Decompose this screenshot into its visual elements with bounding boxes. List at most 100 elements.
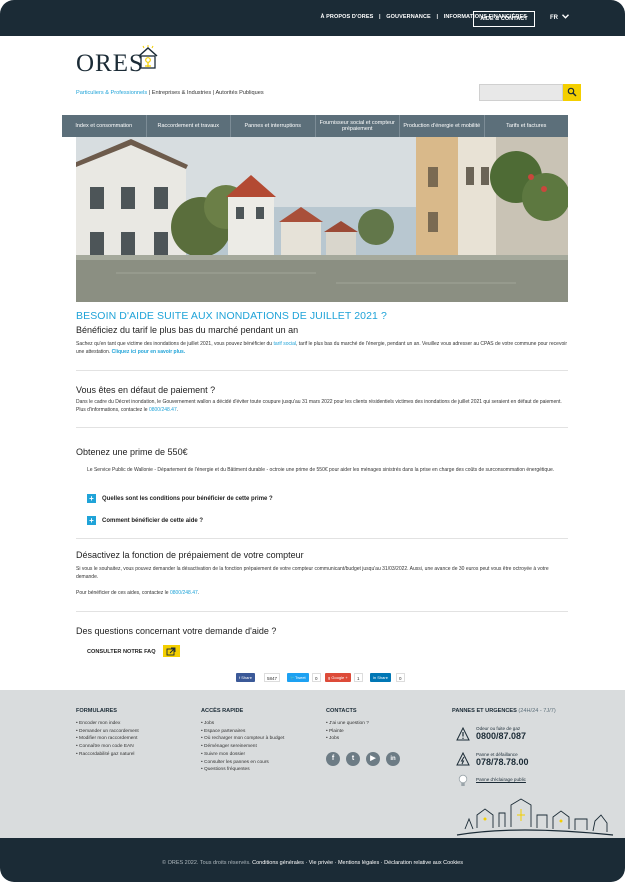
facebook-share-button[interactable]: f Share bbox=[236, 673, 255, 682]
facebook-count: 5847 bbox=[264, 673, 281, 682]
gas-urgence: Odeur ou fuite de gaz 0800/87.087 bbox=[476, 726, 526, 741]
faq-button[interactable] bbox=[163, 645, 180, 657]
divider bbox=[76, 427, 568, 428]
divider bbox=[76, 538, 568, 539]
facebook-icon[interactable]: f bbox=[326, 752, 340, 766]
footer-link[interactable]: Suivre mon dossier bbox=[201, 751, 284, 759]
intro-text: Sachez qu'en tant que victime des inonda… bbox=[76, 341, 274, 347]
facebook-share-label: Share bbox=[241, 675, 252, 680]
gas-warning-icon bbox=[456, 727, 470, 741]
footer-link[interactable]: Déménager sereinement bbox=[201, 743, 284, 751]
contact-text: Pour bénéficier de ces aides, contactez … bbox=[76, 590, 170, 596]
footer-link[interactable]: Plainte bbox=[326, 728, 369, 736]
tarif-social-link[interactable]: tarif social bbox=[273, 341, 296, 347]
footer-link[interactable]: Demander un raccordement bbox=[76, 728, 139, 736]
audience-particuliers[interactable]: Particuliers & Professionnels bbox=[76, 90, 147, 96]
top-bar: À PROPOS D'ORES | GOUVERNANCE | INFORMAT… bbox=[0, 0, 625, 36]
footer-link[interactable]: Questions fréquentes bbox=[201, 766, 284, 774]
google-count: 1 bbox=[354, 673, 363, 682]
section-prime-title: Obtenez une prime de 550€ bbox=[76, 447, 188, 457]
search-button[interactable] bbox=[563, 84, 581, 101]
facebook-icon: f bbox=[239, 675, 241, 680]
intro-paragraph: Sachez qu'en tant que victime des inonda… bbox=[76, 340, 572, 356]
linkedin-icon[interactable]: in bbox=[386, 752, 400, 766]
twitter-share-button[interactable]: 🐦Tweet bbox=[287, 673, 309, 682]
electricity-urgence: Panne et défaillance 078/78.78.00 bbox=[476, 752, 529, 767]
nav-fournisseur-social[interactable]: Fournisseur social et compteur prépaieme… bbox=[316, 115, 400, 137]
lightbulb-icon bbox=[458, 774, 468, 786]
link-a-propos[interactable]: À PROPOS D'ORES bbox=[320, 14, 373, 20]
audience-autorites[interactable]: Autorités Publiques bbox=[215, 90, 263, 96]
footer-link[interactable]: J'ai une question ? bbox=[326, 720, 369, 728]
separator: | bbox=[148, 90, 151, 96]
accordion-conditions[interactable]: + Quelles sont les conditions pour bénéf… bbox=[87, 494, 273, 503]
google-icon: g bbox=[328, 675, 331, 680]
footer-acces-title: ACCÈS RAPIDE bbox=[201, 708, 244, 714]
twitter-icon[interactable]: t bbox=[346, 752, 360, 766]
text-end: . bbox=[176, 407, 179, 413]
external-link-icon bbox=[166, 647, 176, 656]
footer-link[interactable]: Modifier mon raccordement bbox=[76, 735, 139, 743]
elec-phone[interactable]: 078/78.78.00 bbox=[476, 757, 529, 767]
footer-link[interactable]: Encoder mon index bbox=[76, 720, 139, 728]
urgences-title-text: PANNES ET URGENCES bbox=[452, 708, 517, 714]
footer-link[interactable]: Jobs bbox=[326, 735, 369, 743]
section-prepaiement-title: Désactivez la fonction de prépaiement de… bbox=[76, 550, 304, 560]
twitter-share-label: Tweet bbox=[294, 675, 306, 680]
electricity-warning-icon bbox=[456, 752, 470, 766]
defaut-paiement-paragraph: Dans le cadre du Décret inondation, le G… bbox=[76, 398, 572, 414]
chevron-down-icon bbox=[561, 14, 569, 19]
page-subtitle: Bénéficiez du tarif le plus bas du march… bbox=[76, 325, 299, 335]
aide-contact-button[interactable]: AIDE & CONTACT bbox=[473, 11, 535, 27]
accordion-comment-label: Comment bénéficier de cette aide ? bbox=[102, 517, 204, 524]
nav-production-energie[interactable]: Production d'énergie et mobilité bbox=[400, 115, 485, 137]
nav-pannes[interactable]: Pannes et interruptions bbox=[231, 115, 316, 137]
google-share-button[interactable]: g Google + bbox=[325, 673, 351, 682]
legal-line: © ORES 2022. Tous droits réservés. Condi… bbox=[0, 860, 625, 866]
footer-link[interactable]: Consulter les pannes en cours bbox=[201, 759, 284, 767]
gas-phone[interactable]: 0800/87.087 bbox=[476, 731, 526, 741]
logo-house-icon bbox=[138, 45, 158, 69]
plus-icon: + bbox=[87, 516, 96, 525]
accordion-conditions-label: Quelles sont les conditions pour bénéfic… bbox=[102, 495, 273, 502]
prepaiement-paragraph: Si vous le souhaitez, vous pouvez demand… bbox=[76, 566, 549, 580]
page-title: BESOIN D'AIDE SUITE AUX INONDATIONS DE J… bbox=[76, 310, 387, 322]
light-urgence: Panne d'éclairage public bbox=[476, 777, 526, 782]
linkedin-share-label: Share bbox=[377, 675, 388, 680]
footer-link[interactable]: Raccordabilité gaz naturel bbox=[76, 751, 139, 759]
phone-link[interactable]: 0800/248.47 bbox=[149, 407, 177, 413]
footer-urgences: PANNES ET URGENCES (24H/24 - 7J/7) bbox=[452, 708, 556, 720]
footer-link[interactable]: Jobs bbox=[201, 720, 284, 728]
phone-link[interactable]: 0800/248.47 bbox=[170, 590, 198, 596]
contact-paragraph: Pour bénéficier de ces aides, contactez … bbox=[76, 589, 572, 597]
audience-entreprises[interactable]: Entreprises & Industries bbox=[152, 90, 211, 96]
footer-link[interactable]: Connaître mon code EAN bbox=[76, 743, 139, 751]
en-savoir-plus-link[interactable]: Cliquez ici pour en savoir plus. bbox=[112, 349, 186, 355]
ores-logo[interactable]: ORES bbox=[76, 50, 144, 78]
urgences-hours: (24H/24 - 7J/7) bbox=[518, 708, 556, 714]
copyright: © ORES 2022. Tous droits réservés. bbox=[161, 860, 251, 866]
section-defaut-paiement-title: Vous êtes en défaut de paiement ? bbox=[76, 385, 216, 395]
footer-contacts: CONTACTS J'ai une question ? Plainte Job… bbox=[326, 708, 369, 743]
light-label[interactable]: Panne d'éclairage public bbox=[476, 777, 526, 782]
footer-urgences-title: PANNES ET URGENCES (24H/24 - 7J/7) bbox=[452, 708, 556, 714]
legal-links[interactable]: Conditions générales · Vie privée · Ment… bbox=[252, 860, 463, 866]
linkedin-share-button[interactable]: in Share bbox=[370, 673, 391, 682]
footer-link[interactable]: Espace partenaires bbox=[201, 728, 284, 736]
search-input[interactable] bbox=[479, 84, 563, 101]
google-share-label: Google + bbox=[331, 675, 348, 680]
language-selector[interactable]: FR bbox=[550, 14, 569, 21]
language-label: FR bbox=[550, 15, 558, 21]
youtube-icon[interactable]: ▶ bbox=[366, 752, 380, 766]
link-gouvernance[interactable]: GOUVERNANCE bbox=[386, 14, 431, 20]
main-nav: Index et consommation Raccordement et tr… bbox=[62, 115, 568, 137]
nav-index-consommation[interactable]: Index et consommation bbox=[62, 115, 147, 137]
text-end: . bbox=[197, 590, 200, 596]
prime-paragraph: Le Service Public de Wallonie - Départem… bbox=[87, 467, 555, 473]
nav-tarifs-factures[interactable]: Tarifs et factures bbox=[485, 115, 569, 137]
faq-link[interactable]: CONSULTER NOTRE FAQ bbox=[87, 649, 156, 655]
accordion-comment-beneficier[interactable]: + Comment bénéficier de cette aide ? bbox=[87, 516, 203, 525]
nav-raccordement[interactable]: Raccordement et travaux bbox=[147, 115, 231, 137]
divider bbox=[76, 370, 568, 371]
footer-link[interactable]: Où recharger mon compteur à budget bbox=[201, 735, 284, 743]
